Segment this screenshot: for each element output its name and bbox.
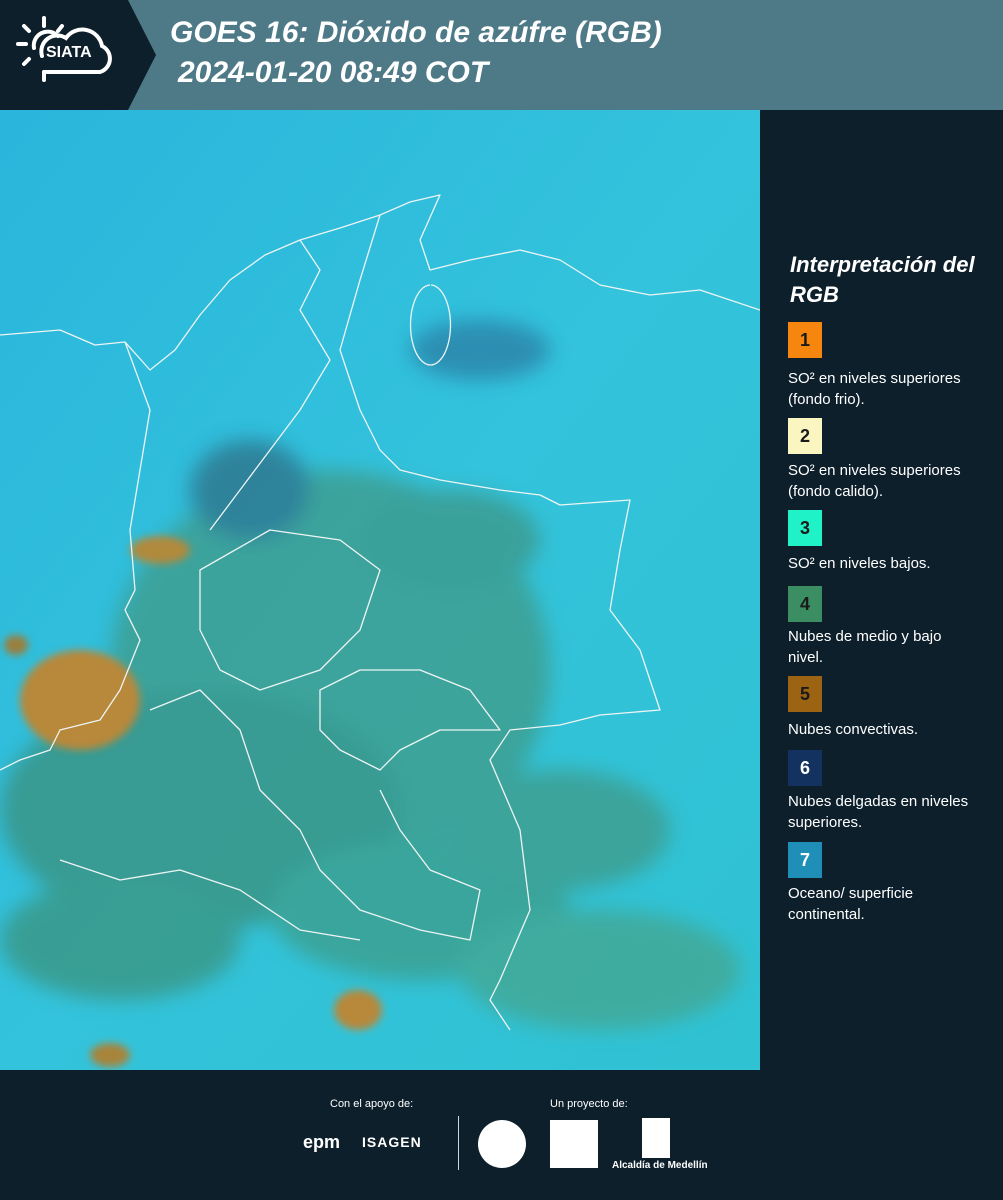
medellin-seal-icon bbox=[478, 1120, 526, 1168]
legend-swatch-3: 3 bbox=[788, 510, 822, 546]
legend-swatch-7: 7 bbox=[788, 842, 822, 878]
header: SIATA GOES 16: Dióxido de azúfre (RGB) 2… bbox=[0, 0, 1003, 110]
satellite-map bbox=[0, 110, 760, 1070]
support-label: Con el apoyo de: bbox=[330, 1098, 414, 1110]
area-metropolitana-logo bbox=[550, 1120, 598, 1168]
logo-text: SIATA bbox=[46, 44, 92, 61]
legend-text-6: Nubes delgadas en niveles superiores. bbox=[788, 793, 969, 831]
legend-text-2: SO² en niveles superiores (fondo calido)… bbox=[788, 462, 961, 500]
satellite-image bbox=[0, 110, 760, 1070]
legend-swatch-5: 5 bbox=[788, 676, 822, 712]
legend-swatch-4: 4 bbox=[788, 586, 822, 622]
legend-swatch-6: 6 bbox=[788, 750, 822, 786]
isagen-logo: ISAGEN bbox=[362, 1134, 422, 1150]
legend-text-7: Oceano/ superficie continental. bbox=[788, 885, 914, 923]
alcaldia-shield-icon bbox=[642, 1118, 670, 1158]
legend-panel: Interpretación del RGB 1 SO² en niveles … bbox=[760, 110, 1003, 1070]
project-label: Un proyecto de: bbox=[550, 1098, 628, 1110]
timestamp: 2024-01-20 08:49 COT bbox=[178, 56, 489, 89]
header-arrow bbox=[128, 0, 156, 110]
siata-logo: SIATA bbox=[0, 0, 128, 110]
epm-logo: epm bbox=[303, 1132, 341, 1152]
legend-swatch-2: 2 bbox=[788, 418, 822, 454]
legend-text-4: Nubes de medio y bajo nivel. bbox=[788, 628, 942, 666]
legend-title: Interpretación del RGB bbox=[790, 252, 975, 307]
legend-text-3: SO² en niveles bajos. bbox=[788, 555, 931, 572]
alcaldia-label: Alcaldía de Medellín bbox=[612, 1160, 708, 1171]
page-title: GOES 16: Dióxido de azúfre (RGB) bbox=[170, 16, 662, 49]
footer: Con el apoyo de: Un proyecto de: epm ISA… bbox=[0, 1070, 1003, 1200]
footer-divider bbox=[458, 1116, 459, 1170]
legend-swatch-1: 1 bbox=[788, 322, 822, 358]
legend-text-1: SO² en niveles superiores (fondo frio). bbox=[788, 370, 961, 408]
legend-text-5: Nubes convectivas. bbox=[788, 721, 919, 738]
